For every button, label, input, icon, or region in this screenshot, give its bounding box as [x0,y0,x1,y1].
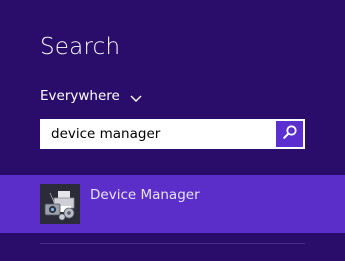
search-box [40,119,305,149]
search-scope-label: Everywhere [40,88,120,104]
device-manager-icon [40,184,80,224]
search-input[interactable] [41,120,274,148]
search-result-device-manager[interactable]: Device Manager [0,175,345,233]
search-scope-dropdown[interactable]: Everywhere [40,88,142,104]
result-label: Device Manager [90,187,200,203]
chevron-down-icon [130,91,142,102]
search-title: Search [40,34,121,60]
search-charm-panel: Search Everywhere device manager Device … [0,0,345,261]
divider [40,243,305,244]
search-button[interactable] [276,121,303,147]
magnifier-icon [282,124,298,144]
